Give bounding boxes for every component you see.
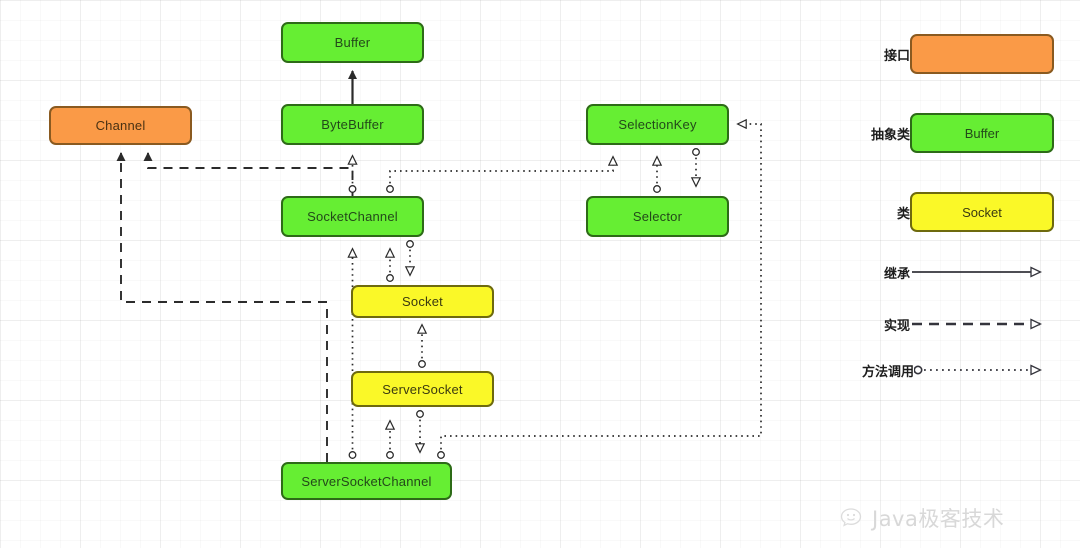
legend-swatch-abstract: Buffer xyxy=(910,113,1054,153)
edge-socketchannel-to-selectionkey xyxy=(390,157,613,189)
legend-row-method-call: 方法调用 xyxy=(852,348,1072,392)
node-channel[interactable]: Channel xyxy=(49,106,192,145)
node-label: Buffer xyxy=(334,35,371,50)
node-buffer[interactable]: Buffer xyxy=(281,22,424,63)
node-serversocketchannel[interactable]: ServerSocketChannel xyxy=(281,462,452,500)
legend-line-implementation xyxy=(910,314,1060,334)
legend-row-class: 类 Socket xyxy=(852,190,1072,234)
watermark-text: Java极客技术 xyxy=(872,507,1005,531)
node-label: Channel xyxy=(95,118,146,133)
legend-swatch-text: Socket xyxy=(962,204,1002,220)
wechat-smiley-icon xyxy=(840,507,866,529)
edge-socketchannel-to-channel xyxy=(143,152,354,196)
legend-label-interface: 接口 xyxy=(883,48,910,64)
legend-label-class: 类 xyxy=(896,206,910,222)
legend-label-method-call: 方法调用 xyxy=(861,364,914,380)
legend-line-inheritance xyxy=(910,262,1060,282)
node-socketchannel[interactable]: SocketChannel xyxy=(281,196,424,237)
legend-row-interface: 接口 xyxy=(852,32,1072,76)
node-selectionkey[interactable]: SelectionKey xyxy=(586,104,729,145)
legend: 接口 抽象类 Buffer 类 Socket 继承 实现 方法调用 xyxy=(852,12,1072,380)
node-socket[interactable]: Socket xyxy=(351,285,494,318)
legend-label-inheritance: 继承 xyxy=(883,266,910,282)
node-bytebuffer[interactable]: ByteBuffer xyxy=(281,104,424,145)
watermark: Java极客技术 xyxy=(840,498,1080,538)
node-label: ByteBuffer xyxy=(321,117,384,132)
legend-swatch-interface xyxy=(910,34,1054,74)
legend-row-implementation: 实现 xyxy=(852,302,1072,346)
node-label: SocketChannel xyxy=(307,209,398,224)
node-label: Socket xyxy=(402,294,443,309)
legend-label-implementation: 实现 xyxy=(883,318,910,334)
legend-label-abstract: 抽象类 xyxy=(870,127,910,143)
node-label: ServerSocketChannel xyxy=(301,473,432,489)
diagram-canvas: Buffer ByteBuffer Channel SocketChannel … xyxy=(0,0,1080,548)
node-label: ServerSocket xyxy=(382,381,463,397)
node-selector[interactable]: Selector xyxy=(586,196,729,237)
legend-swatch-text: Buffer xyxy=(964,125,1000,141)
legend-swatch-class: Socket xyxy=(910,192,1054,232)
node-label: Selector xyxy=(632,209,683,224)
legend-row-inheritance: 继承 xyxy=(852,250,1072,294)
node-label: SelectionKey xyxy=(618,117,697,132)
legend-row-abstract: 抽象类 Buffer xyxy=(852,111,1072,155)
legend-line-method-call xyxy=(914,360,1064,380)
node-serversocket[interactable]: ServerSocket xyxy=(351,371,494,407)
